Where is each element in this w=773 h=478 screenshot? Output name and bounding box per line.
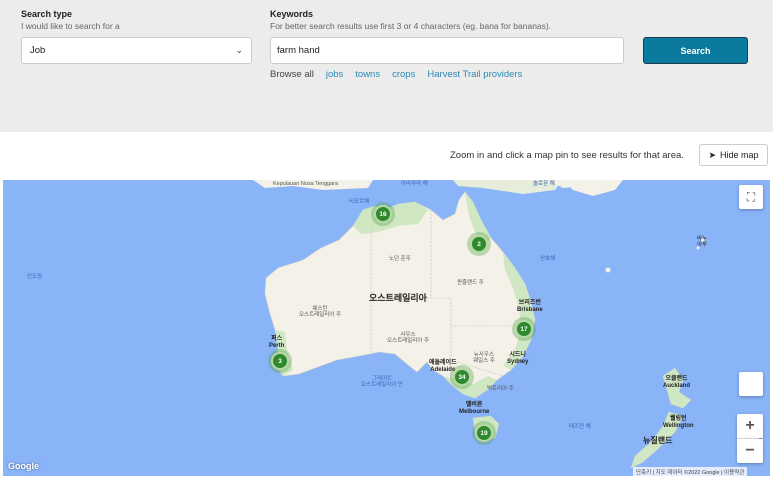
map-label-vanuatu: 바누 아투	[697, 236, 708, 249]
fullscreen-icon: ⛶	[746, 189, 756, 204]
map-label-sa: 사우스 오스트레일리아 주	[387, 332, 430, 345]
search-type-help: I would like to search for a	[21, 21, 120, 31]
keywords-value: farm hand	[277, 45, 320, 56]
keywords-help: For better search results use first 3 or…	[270, 21, 552, 31]
keywords-label: Keywords	[270, 9, 314, 19]
fullscreen-button[interactable]: ⛶	[739, 185, 763, 209]
keywords-input[interactable]: farm hand	[270, 37, 624, 64]
search-type-select[interactable]: Job ⌄	[21, 37, 252, 64]
map-label-kepulauan: Kepulauan Nusa Tenggara	[273, 181, 339, 187]
map-label-perth: 퍼스 Perth	[269, 336, 285, 349]
navigation-arrow-icon: ➤	[708, 149, 716, 160]
map-label-qld: 퀸즐랜드 주	[457, 280, 484, 286]
map-cluster-adelaide[interactable]: 34	[453, 368, 471, 386]
browse-all: Browse all jobs towns crops Harvest Trai…	[270, 69, 522, 80]
map-label-coral: 산호해	[540, 256, 556, 262]
search-button[interactable]: Search	[643, 37, 748, 64]
map-label-indian-ocean: 인도양	[27, 274, 43, 280]
map-land	[253, 180, 705, 469]
map-label-adelaide: 애들레이드 Adelaide	[429, 360, 457, 373]
chevron-down-icon: ⌄	[235, 45, 243, 55]
map-label-melbourne: 멜버른 Melbourne	[459, 402, 490, 415]
search-panel: Search type I would like to search for a…	[0, 0, 773, 132]
map-attribution[interactable]: 단축키 | 지도 데이터 ©2022 Google | 이용약관	[633, 467, 748, 476]
map-label-country: 오스트레일리아	[369, 293, 427, 303]
map[interactable]: Kepulauan Nusa Tenggara 아라푸라 해 솔로몬 해 산호해…	[3, 180, 770, 476]
map-label-arafura: 아라푸라 해	[401, 181, 428, 187]
browse-providers-link[interactable]: Harvest Trail providers	[427, 69, 522, 80]
browse-jobs-link[interactable]: jobs	[326, 69, 343, 80]
map-label-wa: 웨스턴 오스트레일리아 주	[299, 306, 342, 319]
browse-all-label: Browse all	[270, 69, 314, 80]
map-label-timor: 티모르해	[349, 199, 370, 205]
zoom-in-button[interactable]: +	[737, 414, 763, 438]
map-label-vic: 빅토리아 주	[487, 386, 514, 392]
map-label-solomon: 솔로몬 해	[533, 181, 555, 187]
plus-icon: +	[745, 417, 755, 434]
hide-map-button[interactable]: ➤ Hide map	[699, 144, 768, 166]
search-type-value: Job	[30, 45, 46, 56]
map-cluster-darwin[interactable]: 16	[374, 205, 392, 223]
map-label-wellington: 웰링턴 Wellington	[663, 416, 694, 429]
map-label-brisbane: 브리즈번 Brisbane	[517, 300, 543, 313]
map-label-nz: 뉴질랜드	[643, 436, 673, 445]
google-logo: Google	[8, 461, 39, 471]
map-label-nt: 노던 준주	[389, 256, 411, 262]
map-hint: Zoom in and click a map pin to see resul…	[450, 150, 684, 161]
map-cluster-cairns[interactable]: 2	[470, 235, 488, 253]
browse-crops-link[interactable]: crops	[392, 69, 415, 80]
map-cluster-brisbane[interactable]: 17	[515, 320, 533, 338]
minus-icon: −	[745, 442, 755, 459]
map-label-nsw: 뉴사우스 웨일스 주	[473, 352, 495, 365]
map-label-sydney: 시드니 Sydney	[507, 352, 529, 365]
map-label-tasman: 태즈먼 해	[569, 424, 591, 430]
map-label-auckland: 오클랜드 Auckland	[663, 376, 691, 389]
map-cluster-tasmania[interactable]: 19	[475, 424, 493, 442]
hide-map-label: Hide map	[720, 150, 759, 160]
map-cluster-perth[interactable]: 3	[271, 352, 289, 370]
browse-towns-link[interactable]: towns	[355, 69, 380, 80]
pegman-button[interactable]	[739, 372, 763, 396]
zoom-out-button[interactable]: −	[737, 439, 763, 463]
search-type-label: Search type	[21, 9, 73, 19]
map-label-gab: 그레이트 오스트레일리아 만	[361, 376, 404, 389]
